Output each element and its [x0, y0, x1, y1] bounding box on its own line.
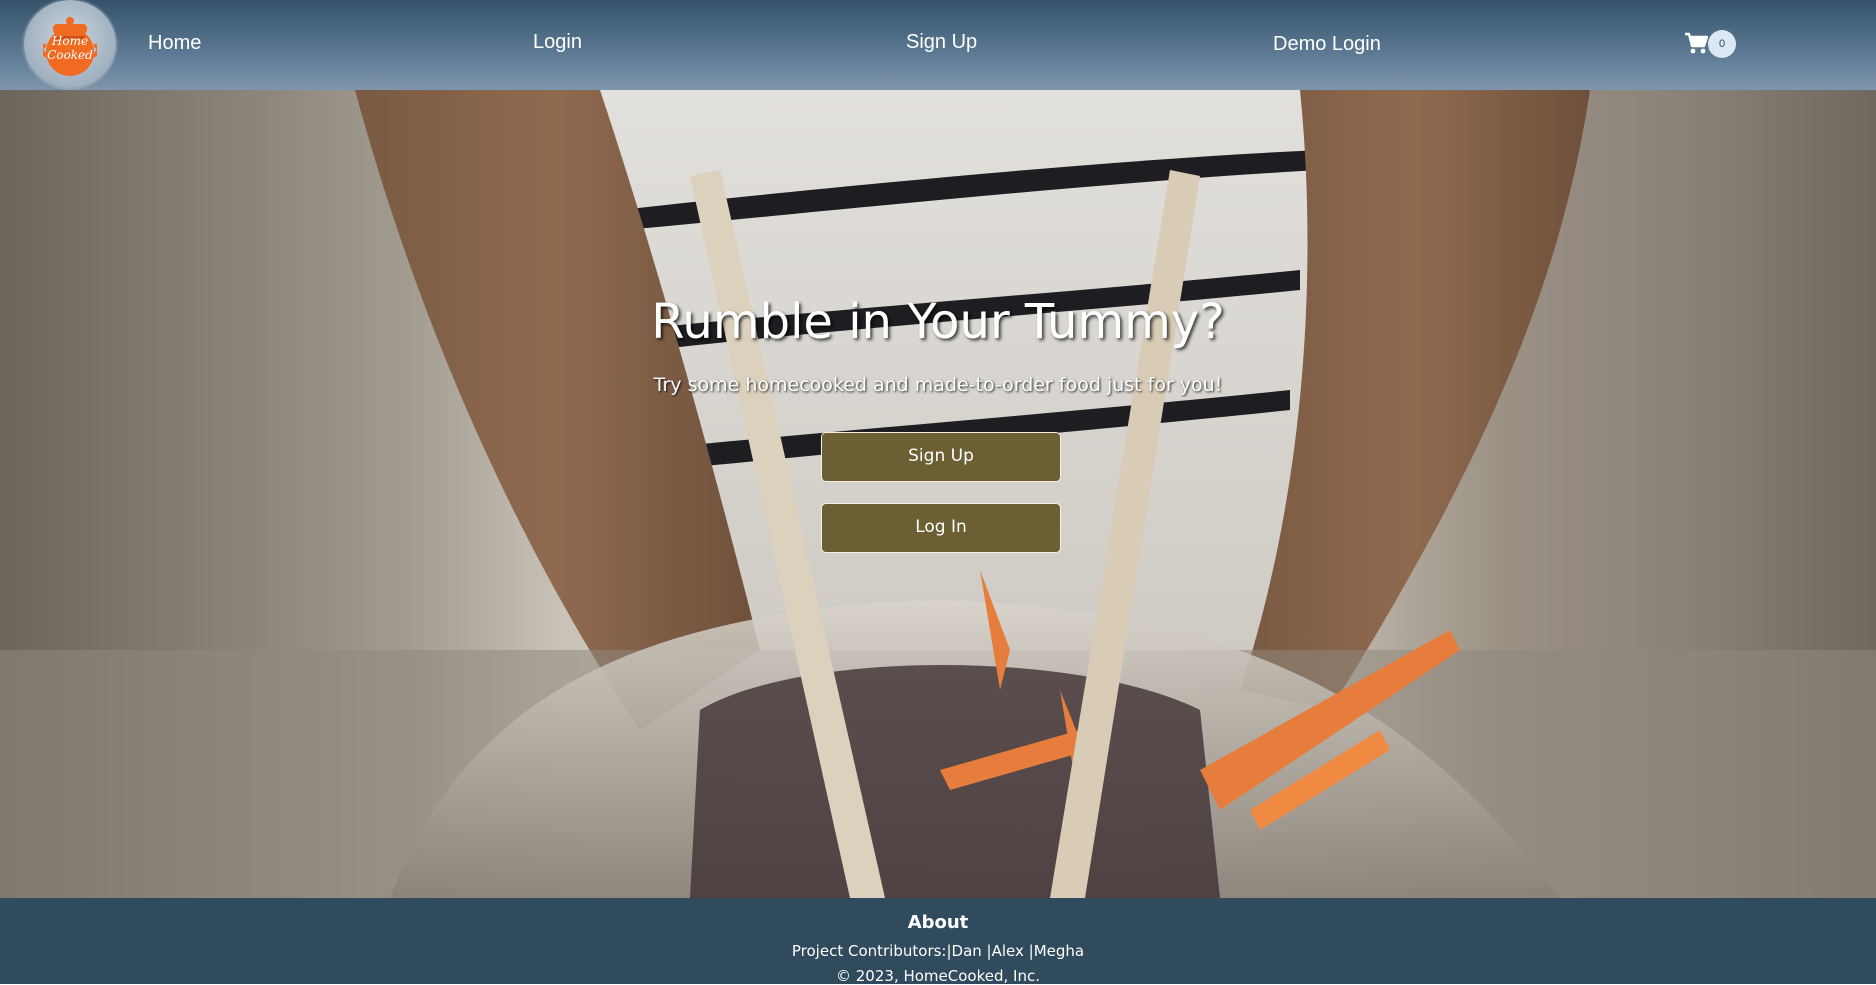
hero-section: Rumble in Your Tummy? Try some homecooke…	[0, 90, 1876, 898]
footer: About Project Contributors:|Dan |Alex |M…	[0, 898, 1876, 985]
hero-login-button[interactable]: Log In	[821, 503, 1061, 553]
hero-subtitle: Try some homecooked and made-to-order fo…	[653, 374, 1223, 396]
hero-title: Rumble in Your Tummy?	[651, 294, 1225, 350]
nav-demo-login-link[interactable]: Demo Login	[1273, 33, 1381, 56]
logo-text: Home Cooked	[47, 34, 93, 62]
hero-signup-button[interactable]: Sign Up	[821, 432, 1061, 482]
cart-count-badge[interactable]: 0	[1708, 30, 1736, 58]
nav-login-link[interactable]: Login	[533, 31, 582, 54]
top-navbar: Home Cooked Home Login Sign Up Demo Logi…	[0, 0, 1876, 90]
hero-background-image	[0, 90, 1876, 898]
shopping-cart-icon[interactable]	[1684, 30, 1708, 56]
footer-contributors: Project Contributors:|Dan |Alex |Megha	[791, 942, 1085, 960]
homecooked-logo[interactable]: Home Cooked	[24, 0, 116, 88]
nav-signup-link[interactable]: Sign Up	[906, 31, 977, 54]
footer-about-title: About	[907, 912, 969, 933]
footer-copyright: © 2023, HomeCooked, Inc.	[836, 967, 1040, 985]
nav-home-link[interactable]: Home	[148, 32, 201, 55]
